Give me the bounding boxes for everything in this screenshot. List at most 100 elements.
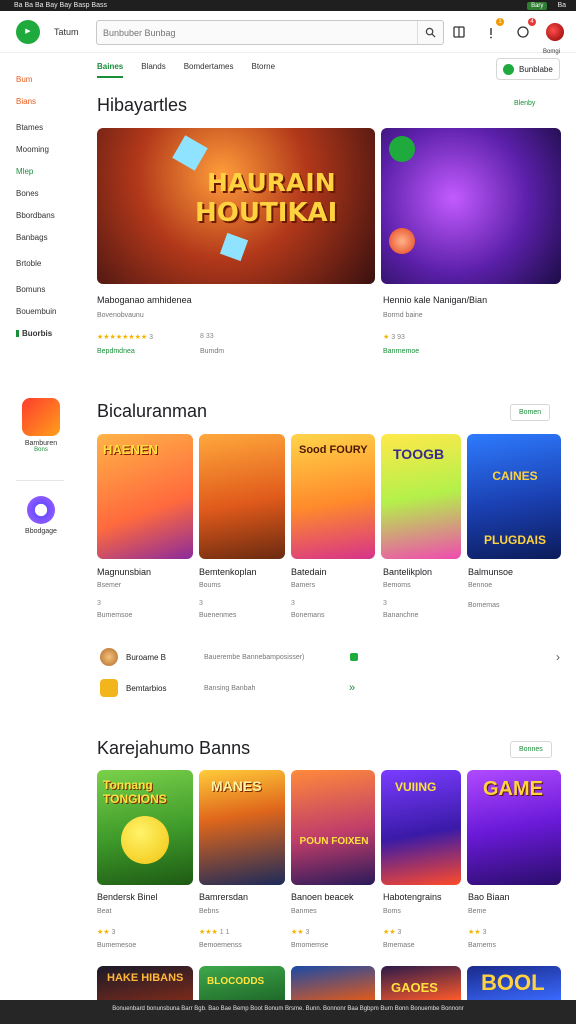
tab-3[interactable]: Bomdertames: [184, 62, 234, 78]
game-card-1-price: Bumemsoe: [97, 612, 133, 619]
game-card-3-rating: 3: [291, 600, 295, 607]
game-card-15-image[interactable]: BOOL: [467, 966, 561, 1000]
game-card-4-subtitle: Bemoms: [383, 582, 411, 589]
tab-4[interactable]: Btorne: [252, 62, 276, 78]
featured-card-1-title[interactable]: Maboganao amhidenea: [97, 295, 192, 305]
sidebar-item-5[interactable]: Mlep: [16, 166, 76, 188]
game-card-1-title[interactable]: Magnunsbian: [97, 567, 151, 577]
art-title: BLOCODDS: [207, 976, 265, 987]
game-card-7-image[interactable]: MANES: [199, 770, 285, 885]
see-more-link[interactable]: Blenby: [514, 100, 535, 107]
game-card-13-image[interactable]: [291, 966, 375, 1000]
game-card-3-image[interactable]: Sood FOURY: [291, 434, 375, 559]
notification-badge: 1: [496, 18, 504, 26]
game-card-12-image[interactable]: BLOCODDS: [199, 966, 285, 1000]
list-item[interactable]: Buroame B Bauerembe Bannebamposisser) ›: [100, 646, 560, 668]
game-card-2-image[interactable]: [199, 434, 285, 559]
sidebar-divider: [16, 480, 64, 481]
sidebar-app-2[interactable]: Bbodgage: [18, 496, 64, 535]
sidebar-nav: Bum Bians Btames Mooming Mlep Bones Bbor…: [16, 74, 76, 350]
store-logo[interactable]: ▶: [16, 20, 40, 44]
emoji-face-icon: [121, 816, 169, 864]
filter-icon: [503, 63, 514, 75]
user-avatar[interactable]: [546, 23, 564, 41]
filter-button[interactable]: Bunblabe: [496, 58, 560, 80]
sidebar-app-title: Bamburen: [24, 440, 58, 447]
list-item[interactable]: Bemtarbios Bansing Banbah »: [100, 677, 560, 699]
game-card-6-title[interactable]: Bendersk Binel: [97, 892, 158, 902]
art-title: TOOGB: [393, 446, 445, 462]
game-card-10-title[interactable]: Bao Biaan: [468, 892, 510, 902]
featured-card-2-subtitle: Bormd baine: [383, 312, 423, 319]
search-input[interactable]: [103, 26, 413, 40]
sidebar-app-1[interactable]: Bamburen Bons: [18, 398, 64, 453]
game-card-9-title[interactable]: Habotengrains: [383, 892, 442, 902]
notifications-button[interactable]: 1: [482, 18, 504, 41]
sidebar-item-3[interactable]: Btames: [16, 122, 76, 144]
sidebar-app-title: Bbodgage: [25, 528, 57, 535]
chevron-right-icon[interactable]: »: [349, 682, 355, 694]
app-icon: [22, 398, 60, 436]
search-box[interactable]: [96, 20, 444, 45]
game-card-2-subtitle: Boums: [199, 582, 221, 589]
sidebar-item-9[interactable]: Brtoble: [16, 258, 76, 284]
sidebar-item-8[interactable]: Banbags: [16, 232, 76, 258]
alert-icon: [490, 28, 492, 39]
game-card-2-title[interactable]: Bemtenkoplan: [199, 567, 257, 577]
art-title: MANES: [211, 778, 262, 794]
sidebar-item-1[interactable]: Bum: [16, 74, 76, 96]
sidebar-item-4[interactable]: Mooming: [16, 144, 76, 166]
game-card-4-title[interactable]: Bantelikplon: [383, 567, 432, 577]
game-card-1-image[interactable]: HAENEN: [97, 434, 193, 559]
status-pill: Bary: [527, 1, 548, 10]
featured-card-1-price-2: Bumdm: [200, 348, 225, 355]
game-card-9-image[interactable]: VUIING: [381, 770, 461, 885]
messages-button[interactable]: 4: [514, 18, 536, 41]
sidebar-item-7[interactable]: Bbordbans: [16, 210, 76, 232]
game-card-8-image[interactable]: POUN FOIXEN: [291, 770, 375, 885]
game-card-10-image[interactable]: GAME: [467, 770, 561, 885]
game-card-10-rating: ★★ 3: [468, 929, 487, 936]
sidebar-item-6[interactable]: Bones: [16, 188, 76, 210]
featured-card-1-rating: ★★★★★★★★ 3: [97, 334, 154, 341]
system-status-bar: Ba Ba Ba Bay Bay Basp Bass Bary Ba: [0, 0, 576, 11]
game-card-6-image[interactable]: Tonnang TONGIONS: [97, 770, 193, 885]
category-tabs: Baines Blands Bomdertames Btorne: [97, 62, 275, 78]
list-item-desc: Bansing Banbah: [204, 684, 256, 692]
tab-1[interactable]: Baines: [97, 62, 124, 78]
featured-card-1-image[interactable]: HAURAIN HOUTIKAI: [97, 128, 375, 284]
game-card-1-subtitle: Bsemer: [97, 582, 122, 589]
sidebar-item-2[interactable]: Bians: [16, 96, 76, 122]
sidebar-item-11[interactable]: Bouembuin: [16, 306, 76, 328]
art-title: HAKE HIBANS: [107, 972, 184, 984]
see-more-button[interactable]: Bonnes: [510, 741, 552, 758]
book-icon: [453, 26, 465, 38]
see-more-button[interactable]: Bomen: [510, 404, 551, 421]
chevron-right-icon[interactable]: ›: [556, 650, 560, 664]
game-card-4-image[interactable]: TOOGB: [381, 434, 461, 559]
art-title: CAINES PLUGDAIS: [483, 469, 546, 547]
sidebar-item-12[interactable]: Buorbis: [16, 328, 76, 350]
library-button[interactable]: [450, 23, 468, 41]
game-card-11-image[interactable]: HAKE HIBANS: [97, 966, 193, 1000]
game-card-8-subtitle: Banmes: [291, 908, 317, 915]
list-item-desc: Bauerembe Bannebamposisser): [204, 653, 305, 661]
featured-card-2-title[interactable]: Hennio kale Nanigan/Bian: [383, 295, 487, 305]
game-card-5-image[interactable]: CAINES PLUGDAIS: [467, 434, 561, 559]
game-card-14-image[interactable]: GAOES: [381, 966, 461, 1000]
featured-card-2-image[interactable]: [381, 128, 561, 284]
game-card-3-title[interactable]: Batedain: [291, 567, 327, 577]
game-card-7-rating: ★★★ 1 1: [199, 929, 230, 936]
game-card-1-rating: 3: [97, 600, 101, 607]
game-card-6-price: Bumemesoe: [97, 942, 137, 949]
tab-2[interactable]: Blands: [141, 62, 165, 78]
game-card-7-title[interactable]: Bamrersdan: [199, 892, 248, 902]
game-card-8-price: Bmomemse: [291, 942, 329, 949]
crystal-icon: [219, 232, 249, 262]
sidebar-item-10[interactable]: Bomuns: [16, 284, 76, 306]
game-card-8-title[interactable]: Banoen beacek: [291, 892, 354, 902]
art-title: Tonnang TONGIONS: [103, 778, 167, 806]
game-card-5-title[interactable]: Balmunsoe: [468, 567, 513, 577]
section-title: Bicaluranman: [97, 401, 208, 421]
search-button[interactable]: [417, 21, 443, 44]
